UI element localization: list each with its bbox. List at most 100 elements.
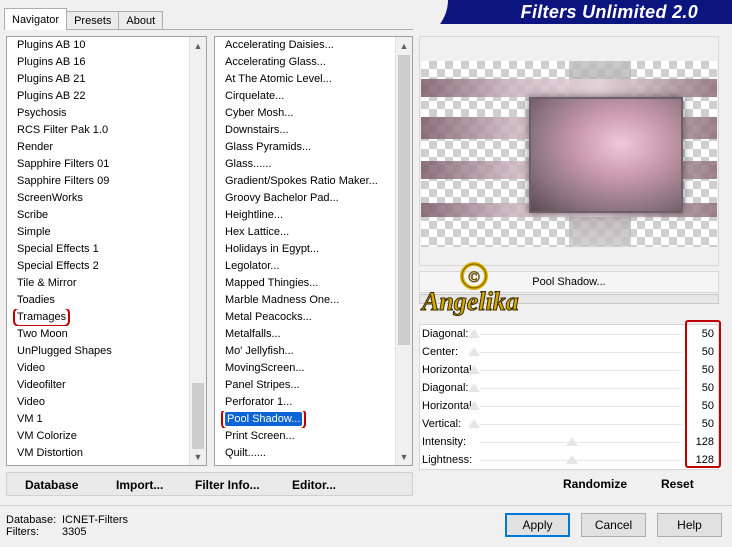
filter-item-label: Holidays in Egypt...: [225, 243, 320, 255]
category-item[interactable]: RCS Filter Pak 1.0: [7, 122, 189, 139]
filter-item[interactable]: Perforator 1...: [215, 394, 395, 411]
category-item[interactable]: Plugins AB 21: [7, 71, 189, 88]
category-item[interactable]: Sapphire Filters 09: [7, 173, 189, 190]
category-scroll-thumb[interactable]: [192, 383, 204, 449]
category-item[interactable]: Plugins AB 22: [7, 88, 189, 105]
category-item[interactable]: Simple: [7, 224, 189, 241]
category-item[interactable]: Tile & Mirror: [7, 275, 189, 292]
category-item[interactable]: Videofilter: [7, 377, 189, 394]
parameter-slider[interactable]: [480, 352, 682, 353]
category-item[interactable]: Scribe: [7, 207, 189, 224]
filter-item-label: Glass......: [225, 158, 272, 170]
apply-button[interactable]: Apply: [505, 513, 570, 537]
filter-item[interactable]: Groovy Bachelor Pad...: [215, 190, 395, 207]
parameter-slider[interactable]: [480, 370, 682, 371]
reset-button[interactable]: Reset: [661, 477, 694, 491]
category-item[interactable]: Sapphire Filters 01: [7, 156, 189, 173]
parameter-label: Horizontal:: [422, 364, 475, 376]
filter-item[interactable]: Pool Shadow...: [215, 411, 395, 428]
filter-item[interactable]: Glass Pyramids...: [215, 139, 395, 156]
category-item[interactable]: Special Effects 2: [7, 258, 189, 275]
parameter-label: Diagonal:: [422, 328, 469, 340]
filter-item-label: Mo' Jellyfish...: [225, 345, 294, 357]
slider-thumb-icon[interactable]: [468, 401, 480, 410]
scroll-down-icon[interactable]: ▼: [396, 448, 412, 465]
category-item[interactable]: Tramages: [7, 309, 189, 326]
category-item[interactable]: ScreenWorks: [7, 190, 189, 207]
filter-info-button[interactable]: Filter Info...: [195, 478, 260, 492]
scroll-up-icon[interactable]: ▲: [396, 37, 412, 54]
category-item-label: Video: [17, 396, 45, 408]
category-scrollbar[interactable]: ▲ ▼: [189, 37, 206, 465]
category-item[interactable]: Two Moon: [7, 326, 189, 343]
filter-item[interactable]: Cyber Mosh...: [215, 105, 395, 122]
filter-item-label: MovingScreen...: [225, 362, 305, 374]
filter-item[interactable]: Metalfalls...: [215, 326, 395, 343]
filter-item[interactable]: Gradient/Spokes Ratio Maker...: [215, 173, 395, 190]
category-item-label: Scribe: [17, 209, 49, 221]
help-button[interactable]: Help: [657, 513, 722, 537]
filter-list[interactable]: Accelerating Daisies... Accelerating Glas…: [214, 36, 413, 466]
filter-item[interactable]: Cirquelate...: [215, 88, 395, 105]
filter-item[interactable]: Downstairs...: [215, 122, 395, 139]
category-item[interactable]: Video: [7, 394, 189, 411]
filter-item[interactable]: Metal Peacocks...: [215, 309, 395, 326]
scroll-up-icon[interactable]: ▲: [190, 37, 206, 54]
parameter-value: 128: [695, 436, 714, 448]
category-item[interactable]: Special Effects 1: [7, 241, 189, 258]
category-item[interactable]: Render: [7, 139, 189, 156]
randomize-button[interactable]: Randomize: [563, 477, 627, 491]
tab-about[interactable]: About: [118, 11, 164, 30]
slider-thumb-icon[interactable]: [468, 365, 480, 374]
parameter-slider[interactable]: [480, 406, 682, 407]
category-item[interactable]: Plugins AB 10: [7, 37, 189, 54]
category-item[interactable]: VM Distortion: [7, 445, 189, 462]
preview-band: [421, 79, 717, 97]
filter-item[interactable]: Panel Stripes...: [215, 377, 395, 394]
filter-item[interactable]: Print Screen...: [215, 428, 395, 445]
slider-thumb-icon[interactable]: [468, 329, 480, 338]
parameter-slider[interactable]: [480, 388, 682, 389]
filter-item[interactable]: MovingScreen...: [215, 360, 395, 377]
filter-item-label: Hex Lattice...: [225, 226, 290, 238]
slider-thumb-icon[interactable]: [468, 347, 480, 356]
filter-item[interactable]: Holidays in Egypt...: [215, 241, 395, 258]
category-item[interactable]: Plugins AB 16: [7, 54, 189, 71]
slider-thumb-icon[interactable]: [566, 455, 578, 464]
database-button[interactable]: Database: [25, 478, 78, 492]
filter-item[interactable]: Mapped Thingies...: [215, 275, 395, 292]
filter-item[interactable]: Hex Lattice...: [215, 224, 395, 241]
filter-scroll-thumb[interactable]: [398, 55, 410, 345]
filter-item[interactable]: Heightline...: [215, 207, 395, 224]
category-item[interactable]: Psychosis: [7, 105, 189, 122]
editor-button[interactable]: Editor...: [292, 478, 336, 492]
cancel-button[interactable]: Cancel: [581, 513, 646, 537]
filter-item[interactable]: Accelerating Glass...: [215, 54, 395, 71]
parameter-slider[interactable]: [480, 442, 682, 443]
slider-thumb-icon[interactable]: [566, 437, 578, 446]
slider-thumb-icon[interactable]: [468, 419, 480, 428]
parameter-slider[interactable]: [480, 460, 682, 461]
category-item[interactable]: VM 1: [7, 411, 189, 428]
parameter-row: Horizontal: 50: [420, 362, 718, 380]
filter-item[interactable]: Accelerating Daisies...: [215, 37, 395, 54]
tab-navigator[interactable]: Navigator: [4, 8, 68, 30]
import-button[interactable]: Import...: [116, 478, 163, 492]
parameter-slider[interactable]: [480, 424, 682, 425]
filter-item[interactable]: Glass......: [215, 156, 395, 173]
filter-item[interactable]: Mo' Jellyfish...: [215, 343, 395, 360]
slider-thumb-icon[interactable]: [468, 383, 480, 392]
tab-presets[interactable]: Presets: [66, 11, 120, 30]
filter-item[interactable]: At The Atomic Level...: [215, 71, 395, 88]
filter-item[interactable]: Legolator...: [215, 258, 395, 275]
filter-scrollbar[interactable]: ▲ ▼: [395, 37, 412, 465]
category-item[interactable]: Video: [7, 360, 189, 377]
category-item[interactable]: Toadies: [7, 292, 189, 309]
category-item[interactable]: UnPlugged Shapes: [7, 343, 189, 360]
category-item[interactable]: VM Colorize: [7, 428, 189, 445]
filter-item[interactable]: Marble Madness One...: [215, 292, 395, 309]
filter-item[interactable]: Quilt......: [215, 445, 395, 462]
category-list[interactable]: Plugins AB 10 Plugins AB 16 Plugins AB 21 P…: [6, 36, 207, 466]
parameter-slider[interactable]: [480, 334, 682, 335]
scroll-down-icon[interactable]: ▼: [190, 448, 206, 465]
